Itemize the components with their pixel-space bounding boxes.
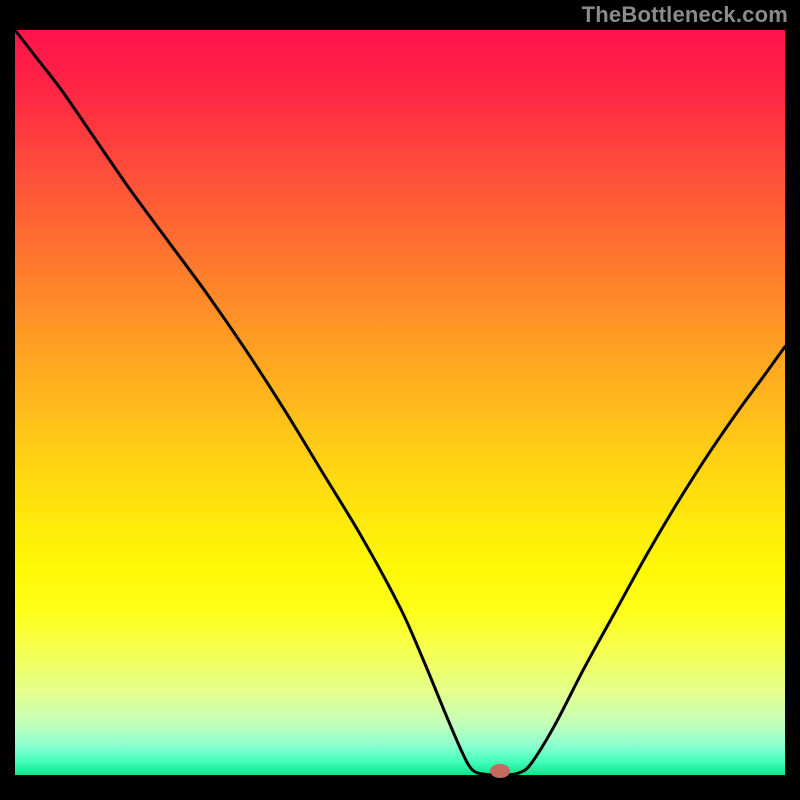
plot-background [15,30,785,775]
optimal-marker [490,764,510,778]
bottleneck-chart [0,0,800,800]
chart-container: { "watermark": "TheBottleneck.com", "cha… [0,0,800,800]
watermark-text: TheBottleneck.com [582,2,788,28]
